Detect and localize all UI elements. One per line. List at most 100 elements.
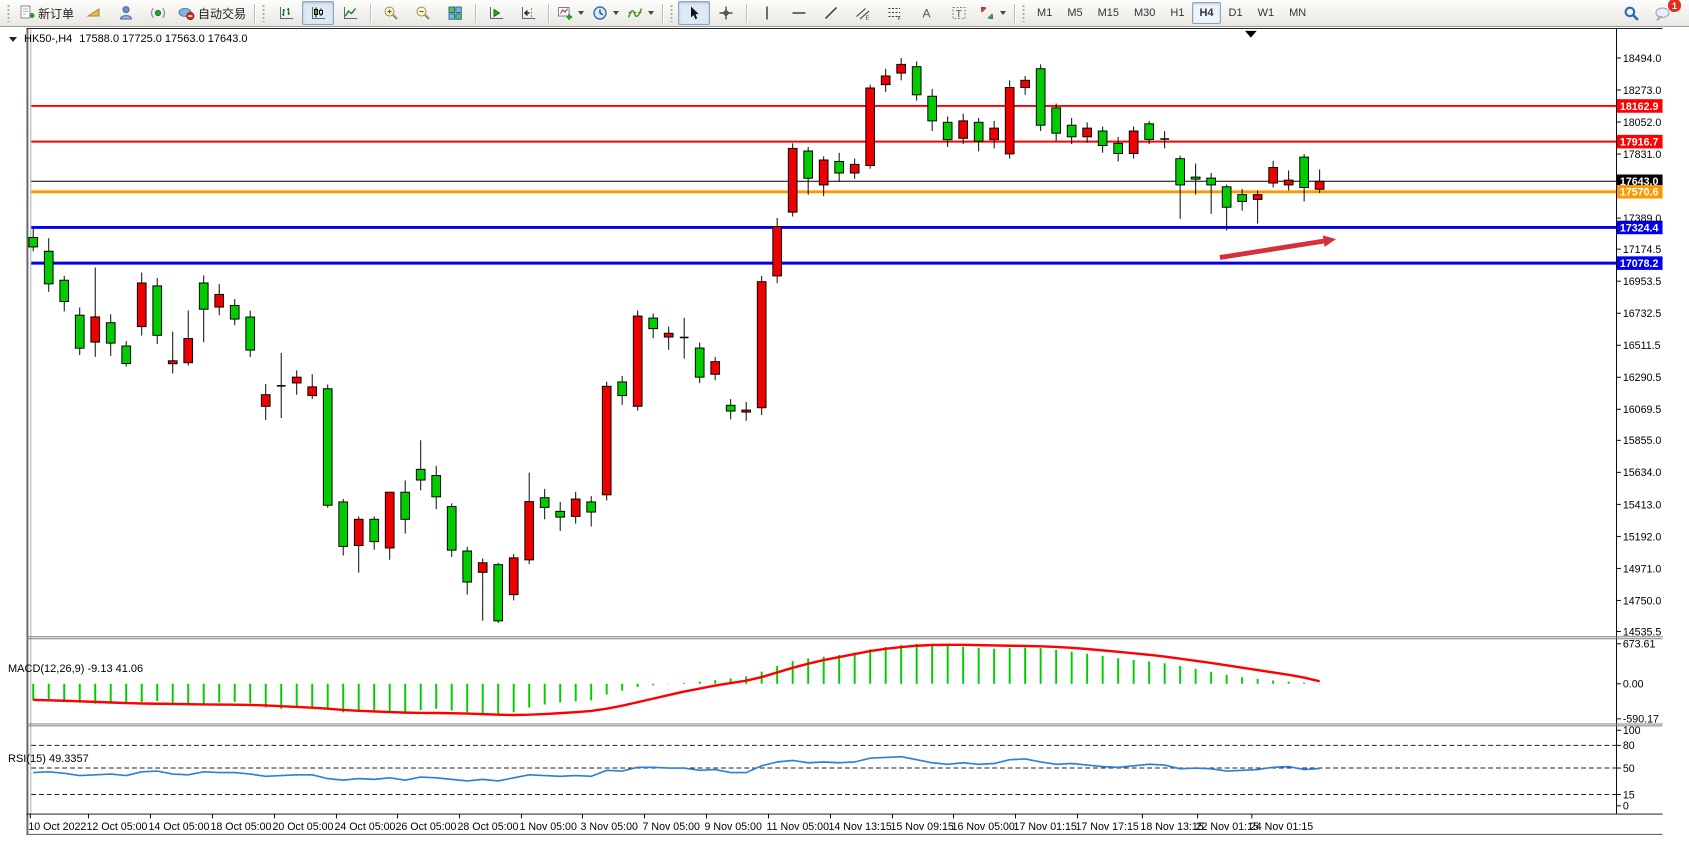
candle-body — [1021, 80, 1030, 87]
timeframe-M5[interactable]: M5 — [1060, 2, 1089, 24]
price-tick-label: 14971.0 — [1623, 563, 1662, 575]
horizontal-line-tool-button[interactable] — [783, 1, 815, 25]
text-label-tool-button[interactable]: T — [943, 1, 975, 25]
candle-body — [804, 151, 813, 178]
zoom-in-button[interactable] — [375, 1, 407, 25]
toolbar-right-group: 1 — [1615, 1, 1685, 25]
timeframe-M15[interactable]: M15 — [1091, 2, 1126, 24]
price-tick-label: 16953.5 — [1623, 276, 1662, 288]
candle-chart-button[interactable] — [302, 1, 334, 25]
dropdown-caret — [613, 11, 619, 15]
price-badge-label: 18162.9 — [1620, 101, 1659, 113]
price-tick-label: 15192.0 — [1623, 531, 1662, 543]
timeframe-D1[interactable]: D1 — [1222, 2, 1250, 24]
toolbar-separator — [254, 4, 255, 23]
timeframe-MN[interactable]: MN — [1282, 2, 1313, 24]
timeframe-M1[interactable]: M1 — [1030, 2, 1059, 24]
price-tick-label: 16732.5 — [1623, 308, 1662, 320]
bar-chart-button[interactable] — [270, 1, 302, 25]
toolbar-grip[interactable] — [7, 4, 12, 22]
fibonacci-tool-button[interactable]: F — [879, 1, 911, 25]
timeframe-H4[interactable]: H4 — [1192, 2, 1220, 24]
new-chart-icon — [557, 5, 573, 21]
candle-body — [556, 511, 565, 517]
candle-body — [711, 362, 720, 375]
text-tool-button[interactable]: A — [911, 1, 943, 25]
price-tick-label: 17389.0 — [1623, 213, 1662, 225]
notifications-button[interactable]: 1 — [1647, 1, 1679, 25]
notification-badge: 1 — [1667, 0, 1682, 13]
crosshair-icon — [718, 5, 734, 21]
tester-icon — [118, 5, 134, 21]
horizontal-line-icon — [791, 5, 807, 21]
strategy-tester-button[interactable] — [110, 1, 142, 25]
timeframe-W1[interactable]: W1 — [1251, 2, 1282, 24]
chart-shift-button[interactable] — [512, 1, 544, 25]
candle-body — [1253, 195, 1262, 200]
search-button[interactable] — [1615, 1, 1647, 25]
candle-body — [1067, 125, 1076, 137]
candle-body — [432, 476, 441, 497]
new-order-icon — [19, 5, 35, 21]
candle-body — [959, 121, 968, 138]
time-tick-label: 17 Nov 01:15 — [1014, 821, 1077, 833]
rsi-name: RSI(15) — [8, 753, 46, 765]
timeframe-H1[interactable]: H1 — [1163, 2, 1191, 24]
symbol-period-label: HK50-,H4 — [24, 33, 72, 45]
rsi-axis-label: 15 — [1623, 789, 1635, 801]
candle-body — [897, 64, 906, 73]
vertical-line-tool-button[interactable] — [751, 1, 783, 25]
time-tick-label: 24 Nov 01:15 — [1250, 821, 1313, 833]
candle-body — [478, 563, 487, 573]
crosshair-tool-button[interactable] — [710, 1, 742, 25]
candle-body — [664, 333, 673, 337]
time-tick-label: 9 Nov 05:00 — [705, 821, 762, 833]
svg-text:E: E — [866, 16, 870, 22]
toolbar-grip[interactable] — [670, 4, 675, 22]
time-tick-label: 17 Nov 17:15 — [1076, 821, 1139, 833]
candle-body — [912, 67, 921, 95]
candle-body — [525, 502, 534, 560]
candle-body — [370, 519, 379, 541]
candle-body — [618, 382, 627, 396]
indicators-icon — [627, 5, 643, 21]
line-chart-button[interactable] — [334, 1, 366, 25]
timeframe-M30[interactable]: M30 — [1127, 2, 1162, 24]
time-tick-label: 1 Nov 05:00 — [520, 821, 577, 833]
candle-body — [773, 227, 782, 276]
price-tick-label: 16290.5 — [1623, 372, 1662, 384]
chart-canvas[interactable]: 18162.917916.717643.017570.617324.417078… — [0, 27, 1689, 862]
trend-arrow-head — [1323, 235, 1336, 246]
candle-body — [122, 346, 131, 364]
arrows-tool-button[interactable] — [975, 1, 1010, 25]
tile-windows-button[interactable] — [439, 1, 471, 25]
candle-body — [91, 317, 100, 342]
new-order-button[interactable]: 新订单 — [15, 1, 78, 25]
autotrading-button[interactable]: 自动交易 — [174, 1, 250, 25]
periods-button[interactable] — [588, 1, 623, 25]
candle-body — [29, 238, 38, 247]
layouts-button[interactable] — [78, 1, 110, 25]
price-tick-label: 18494.0 — [1623, 53, 1662, 65]
candle-body — [1145, 124, 1154, 140]
candle-body — [602, 386, 611, 495]
candle-body — [881, 76, 890, 85]
tile-windows-icon — [447, 5, 463, 21]
zoom-out-button[interactable] — [407, 1, 439, 25]
auto-scroll-button[interactable] — [480, 1, 512, 25]
trendline-tool-button[interactable] — [815, 1, 847, 25]
indicators-button[interactable] — [623, 1, 658, 25]
candle-body — [1191, 177, 1200, 179]
one-click-trading-toggle-icon[interactable] — [9, 37, 17, 42]
candle-body — [215, 294, 224, 307]
signals-button[interactable] — [142, 1, 174, 25]
rsi-indicator-label: RSI(15) 49.3357 — [8, 753, 89, 765]
new-chart-button[interactable] — [553, 1, 588, 25]
toolbar-grip[interactable] — [1022, 4, 1027, 22]
toolbar-separator — [370, 4, 371, 23]
toolbar-grip[interactable] — [262, 4, 267, 22]
channel-tool-button[interactable]: E — [847, 1, 879, 25]
candle-body — [153, 286, 162, 335]
candle-body — [106, 323, 115, 343]
cursor-tool-button[interactable] — [678, 1, 710, 25]
